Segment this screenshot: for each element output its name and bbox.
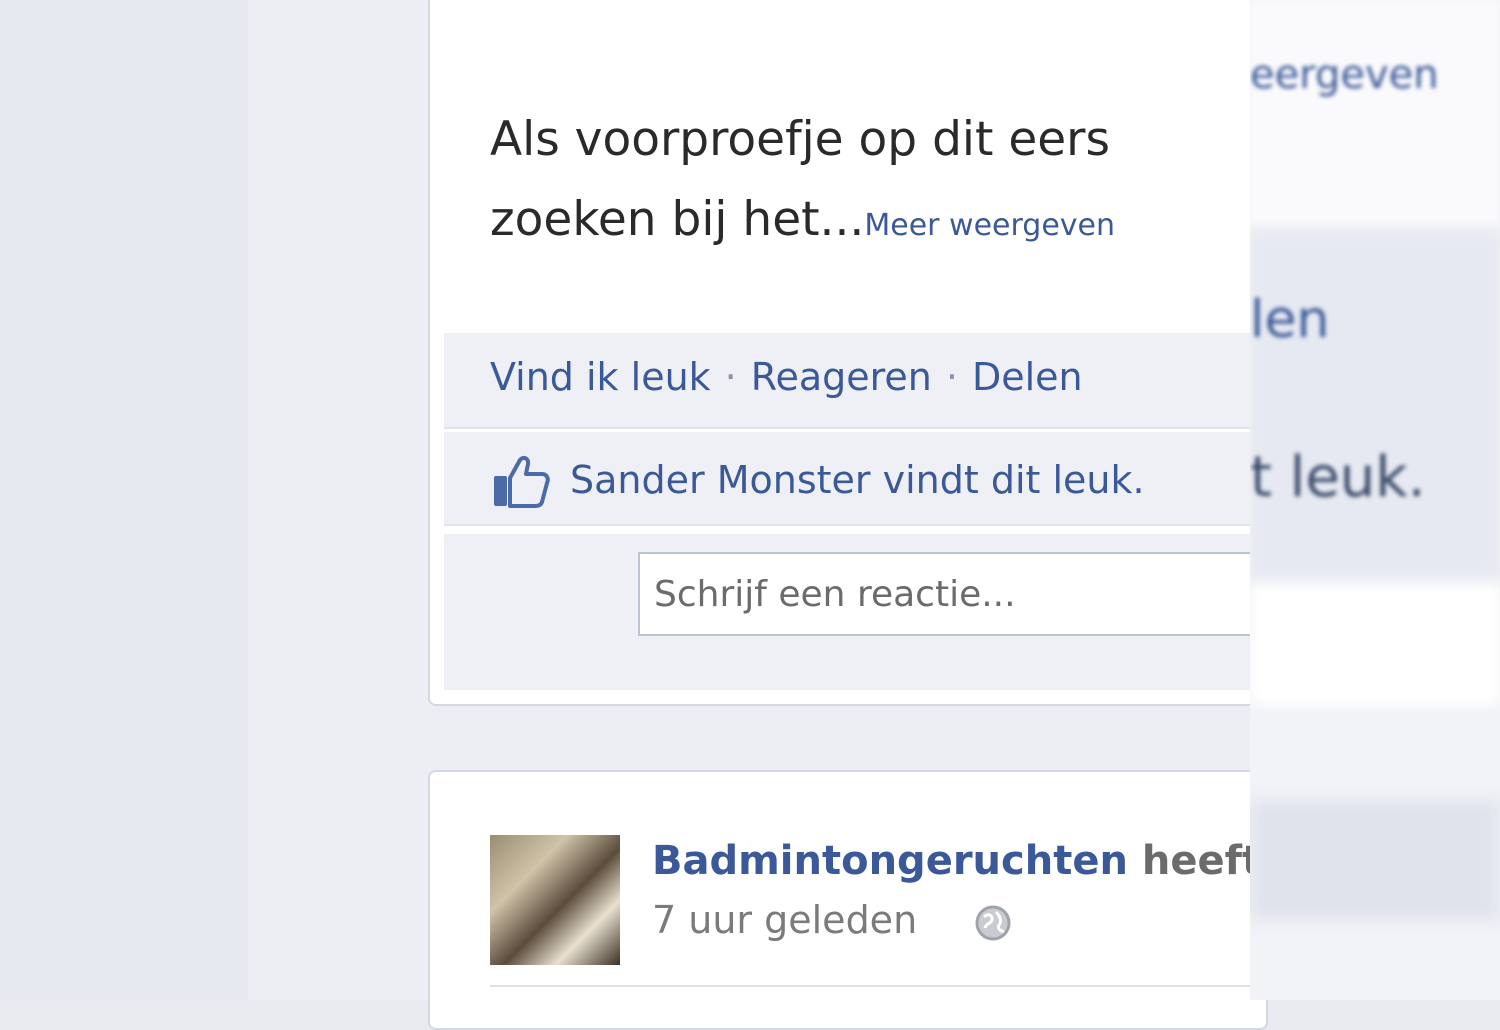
blurred-overlay-strip: eergeven len t leuk. [1250,0,1500,1000]
comment-link[interactable]: Reageren [751,355,932,399]
separator-dot: · [724,355,737,399]
post-text-line-1: Als voorproefje op dit eers [490,112,1110,167]
like-link[interactable]: Vind ik leuk [490,355,711,399]
avatar[interactable] [490,835,620,965]
likes-summary-row: Sander Monster vindt dit leuk. [444,432,1250,526]
blurred-text: len [1250,290,1330,350]
blur-panel [1250,230,1500,580]
blurred-text: eergeven [1250,52,1439,98]
divider [490,985,1250,987]
post-header: Badmintongeruchten heeft [652,838,1261,884]
poster-action-text: heeft [1127,838,1262,884]
left-sidebar-background [0,0,248,1000]
post-text-line-2: zoeken bij het... [490,192,865,247]
globe-icon [975,905,1011,941]
comment-input[interactable] [638,552,1278,636]
blur-panel [1250,0,1500,225]
blurred-text: t leuk. [1250,445,1426,510]
separator-dot: · [945,355,958,399]
blur-panel [1250,585,1500,705]
post-body-text: Als voorproefje op dit eers zoeken bij h… [490,100,1250,266]
post-action-bar: Vind ik leuk · Reageren · Delen [444,333,1250,429]
thumbs-up-icon [494,455,550,508]
see-more-link[interactable]: Meer weergeven [864,208,1115,243]
poster-name-link[interactable]: Badmintongeruchten [652,838,1128,884]
blur-panel [1250,800,1500,920]
share-link[interactable]: Delen [972,355,1083,399]
likes-text[interactable]: Sander Monster vindt dit leuk. [570,458,1145,502]
comment-row [444,534,1278,690]
post-timestamp[interactable]: 7 uur geleden [652,898,917,942]
